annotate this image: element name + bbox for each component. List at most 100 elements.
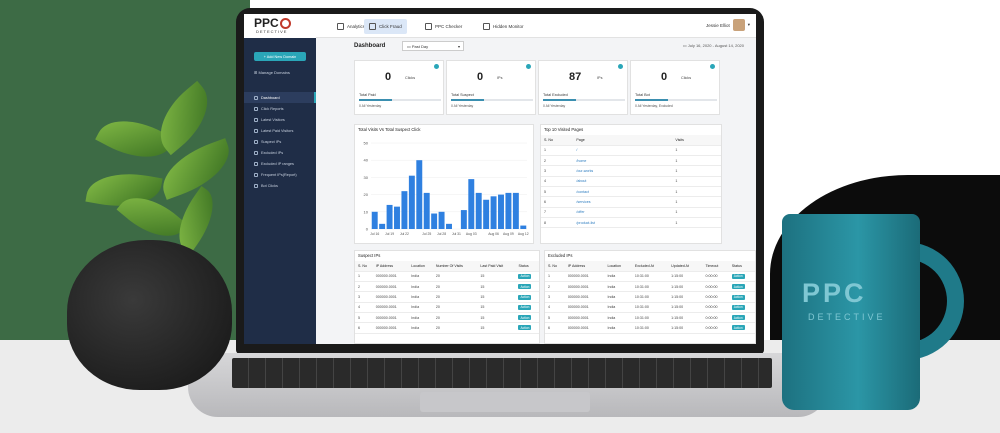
table-cell: 1 [672,145,721,157]
bar[interactable] [386,204,393,229]
table-cell: 000000.0001 [372,271,409,283]
action-button[interactable]: Action [518,294,532,300]
tab-ppc-checker[interactable]: PPC Checker [420,19,467,34]
action-button[interactable]: Action [731,284,745,290]
action-button[interactable]: Action [518,273,532,279]
action-button[interactable]: Action [518,315,532,321]
tab-hidden-monitor[interactable]: Hidden Monitor [478,19,529,34]
logo-target-icon [280,18,291,29]
cursor-icon [369,23,376,30]
table-cell: 5 [355,312,373,324]
page-link[interactable]: / [573,145,673,157]
table-cell: 000000.0001 [372,322,409,334]
bar[interactable] [490,196,497,229]
page-link[interactable]: /about [573,176,673,187]
table-cell: 0:00:00 [702,291,729,303]
sidebar-item-click-reports[interactable]: Click Reports [244,103,316,114]
sidebar-item-bot-clicks[interactable]: Bot Clicks [244,180,316,191]
table-cell: 7 [541,207,574,218]
sidebar-item-latest-paid-visitors[interactable]: Latest Paid Visitors [244,125,316,136]
sidebar-item-label: Click Reports [261,106,284,111]
y-tick-label: 40 [364,158,369,163]
bar[interactable] [423,192,430,229]
bar[interactable] [416,160,423,229]
stat-progress-fill [635,99,668,101]
table-row: 4/about 1 [541,176,721,187]
sidebar-item-frequent-ips[interactable]: Frequent IPs(Report) [244,169,316,180]
sidebar-item-latest-visitors[interactable]: Latest Visitors [244,114,316,125]
action-button[interactable]: Action [731,325,745,331]
table-cell: 20 [432,302,478,313]
logo-subtext: DETECTIVE [256,29,288,34]
page-link[interactable]: /offer [573,207,673,218]
stat-subtext: 0 All Yesterday [359,104,382,108]
table-cell: Action [728,281,755,293]
x-tick-label: Jul 28 [437,232,446,236]
bar[interactable] [512,192,519,229]
bar[interactable] [520,225,527,229]
bar[interactable] [505,192,512,229]
table-cell: 2 [545,281,565,293]
stat-unit: IPs [497,76,503,80]
table-cell: 000000.0001 [564,281,605,293]
page-link[interactable]: /services [573,196,673,208]
bar[interactable] [483,199,490,229]
sidebar-item-excluded-ips[interactable]: Excluded IPs [244,147,316,158]
bar[interactable] [475,192,482,229]
column-header: S. No [545,261,565,272]
range-icon [254,161,258,166]
sidebar-item-dashboard[interactable]: Dashboard [244,92,316,103]
action-button[interactable]: Action [731,304,745,310]
bar[interactable] [401,191,408,229]
add-domain-button[interactable]: + Add New Domain [254,52,306,61]
table-row: 1 000000.0001 India 20 15 Action [355,271,539,283]
bar[interactable] [431,213,438,229]
action-button[interactable]: Action [731,294,745,300]
bar[interactable] [371,211,378,229]
table-cell: Action [515,281,539,293]
user-menu[interactable]: Jessie Elliot ▾ [706,19,750,31]
sidebar-item-excluded-ip-ranges[interactable]: Excluded IP ranges [244,158,316,169]
table-cell: 1:15:00 [668,322,703,334]
period-select[interactable]: ▭ Past Day ▾ [402,41,464,51]
tab-label: Hidden Monitor [493,24,524,29]
x-tick-label: Aug 06 [488,232,499,236]
bar[interactable] [379,223,386,229]
table-header-row: S. No Page Visits [541,135,721,146]
table-cell: 1:15:00 [668,312,703,324]
action-button[interactable]: Action [731,315,745,321]
action-button[interactable]: Action [518,284,532,290]
bar[interactable] [460,210,467,229]
page-link[interactable]: /product-list [573,217,673,229]
bar[interactable] [408,175,415,229]
chevron-down-icon: ▾ [747,22,750,27]
action-button[interactable]: Action [518,325,532,331]
bar[interactable] [394,206,400,229]
table-header-row: S. No IP Address Location Number Of Visits L… [355,261,539,272]
action-button[interactable]: Action [518,304,532,310]
table-row: 5 000000.0001 India 10:31:00 1:15:00 0:00:00 A… [545,312,755,324]
mug-subtext: DETECTIVE [808,312,886,322]
action-button[interactable]: Action [731,273,745,279]
manage-domains-link[interactable]: ⊞ Manage Domains [254,70,290,75]
paid-visitors-icon [254,128,258,133]
sidebar-item-suspect-ips[interactable]: Suspect IPs [244,136,316,147]
table-cell: 8 [541,217,574,229]
table-cell: 10:31:00 [631,322,669,334]
table-cell: 3 [545,291,565,303]
date-range-text: July 16, 2020 - August 14, 2020 [687,43,744,48]
table-cell: 10:31:00 [631,302,669,313]
page-link[interactable]: /contact [573,186,673,198]
page-link[interactable]: /our-works [573,165,673,177]
table-cell: India [408,281,433,293]
manage-domains-label: Manage Domains [258,70,290,75]
bar[interactable] [498,194,504,229]
date-range[interactable]: ▭ July 16, 2020 - August 14, 2020 [683,43,744,48]
bar[interactable] [438,211,445,229]
bar[interactable] [468,179,475,229]
bar[interactable] [446,223,452,229]
page-link[interactable]: /home [573,155,673,167]
tab-click-fraud[interactable]: Click Fraud [364,19,407,34]
app-logo[interactable]: PPC DETECTIVE [244,14,316,38]
table-cell: 20 [432,322,478,334]
